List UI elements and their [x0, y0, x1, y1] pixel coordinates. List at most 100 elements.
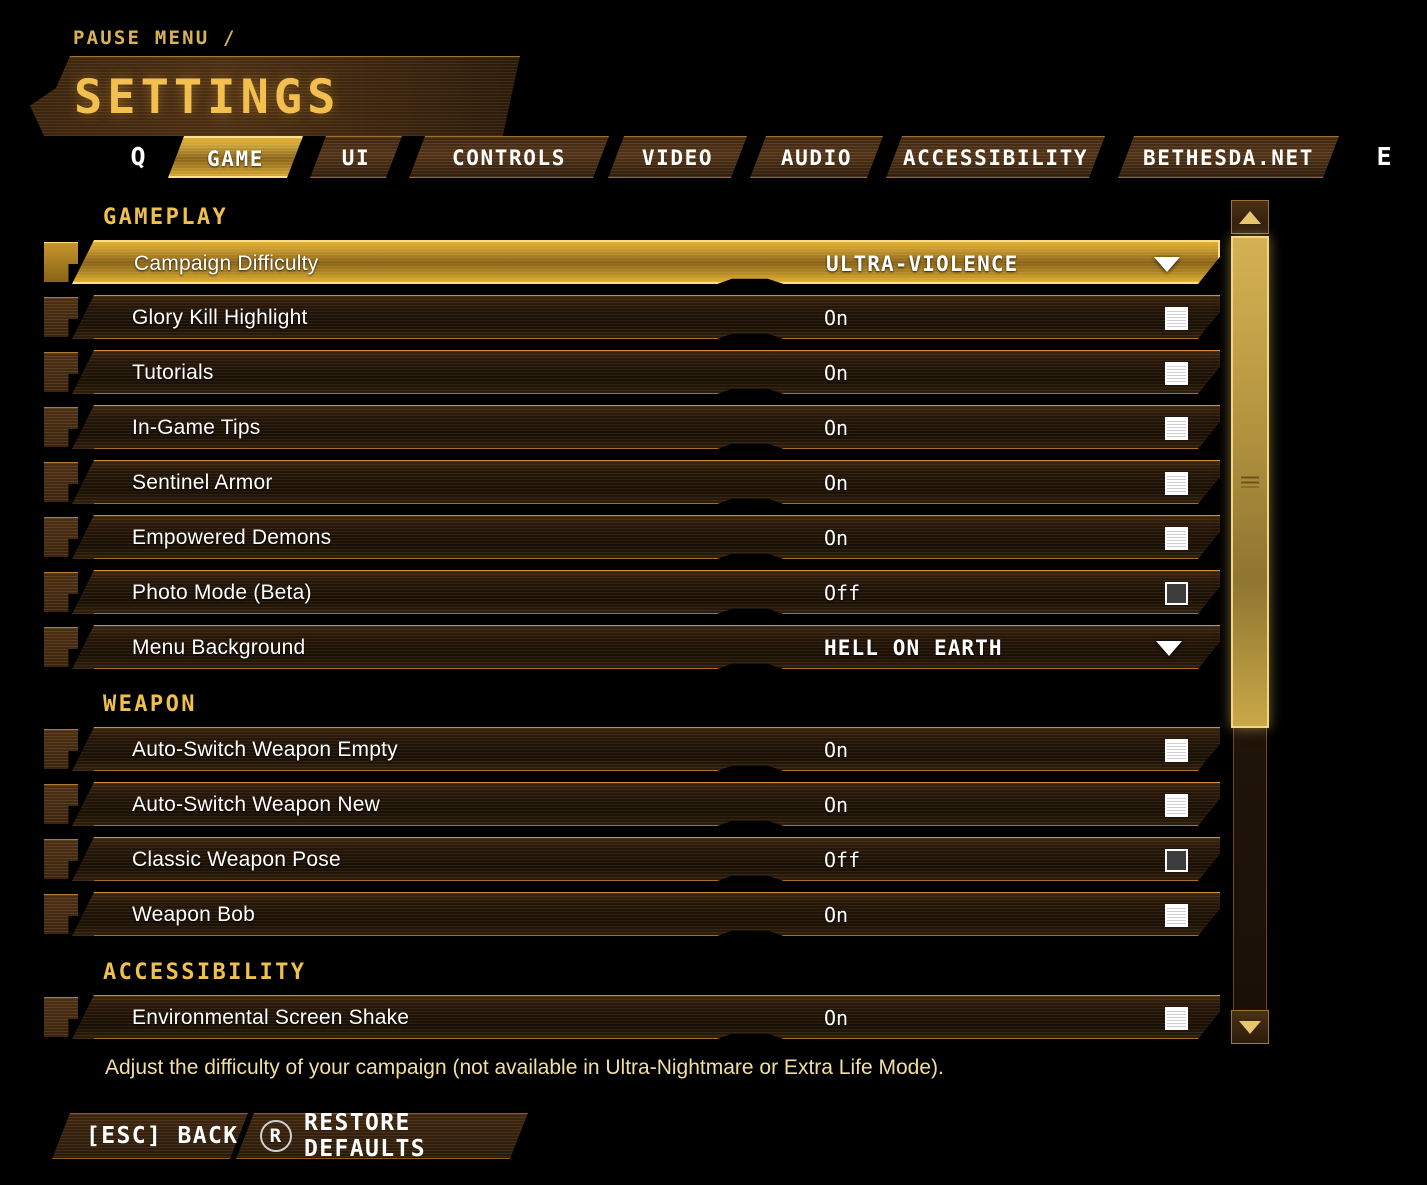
row-notch	[44, 784, 78, 824]
page-title: SETTINGS	[74, 70, 341, 125]
checkbox-toggle[interactable]	[1165, 849, 1188, 872]
settings-screen: PAUSE MENU / SETTINGS Q GAME UI CONTROLS VID…	[0, 0, 1427, 1185]
setting-row[interactable]: In-Game Tips On	[44, 405, 1220, 449]
tab-video[interactable]: VIDEO	[608, 136, 747, 178]
setting-value: On	[824, 738, 849, 762]
chevron-down-icon	[1239, 1020, 1261, 1034]
setting-row[interactable]: Menu Background HELL ON EARTH	[44, 625, 1220, 669]
setting-row[interactable]: Environmental Screen Shake On	[44, 995, 1220, 1039]
chevron-up-icon	[1239, 210, 1261, 224]
tab-controls[interactable]: CONTROLS	[409, 136, 609, 178]
back-button-label: [ESC] BACK	[86, 1123, 239, 1149]
row-notch	[44, 462, 78, 502]
setting-row[interactable]: Glory Kill Highlight On	[44, 295, 1220, 339]
settings-tabbar: Q GAME UI CONTROLS VIDEO AUDIO ACCESSIBILITY BE…	[0, 136, 1427, 178]
tab-ui[interactable]: UI	[310, 136, 402, 178]
setting-row-body[interactable]: Glory Kill Highlight On	[72, 295, 1220, 339]
setting-row-body[interactable]: Auto-Switch Weapon Empty On	[72, 727, 1220, 771]
setting-value: On	[824, 416, 849, 440]
row-notch	[44, 839, 78, 879]
restore-defaults-button[interactable]: R RESTORE DEFAULTS	[236, 1113, 528, 1159]
back-button[interactable]: [ESC] BACK	[52, 1113, 248, 1159]
chevron-down-icon[interactable]	[1156, 641, 1182, 656]
tab-bethesda-net[interactable]: BETHESDA.NET	[1118, 136, 1339, 178]
setting-row-body[interactable]: In-Game Tips On	[72, 405, 1220, 449]
setting-row[interactable]: Weapon Bob On	[44, 892, 1220, 936]
setting-row[interactable]: Campaign Difficulty ULTRA-VIOLENCE	[44, 240, 1220, 284]
setting-value: On	[824, 793, 849, 817]
setting-label: Classic Weapon Pose	[132, 848, 341, 871]
setting-label: Environmental Screen Shake	[132, 1006, 410, 1029]
checkbox-toggle[interactable]	[1165, 739, 1188, 762]
row-notch	[44, 297, 78, 337]
scroll-up-button[interactable]	[1231, 200, 1269, 234]
row-notch	[44, 352, 78, 392]
setting-value: Off	[824, 581, 861, 605]
setting-row-body[interactable]: Campaign Difficulty ULTRA-VIOLENCE	[72, 240, 1220, 284]
setting-row[interactable]: Tutorials On	[44, 350, 1220, 394]
setting-row-body[interactable]: Classic Weapon Pose Off	[72, 837, 1220, 881]
setting-label: In-Game Tips	[132, 416, 261, 439]
setting-value: On	[824, 1006, 849, 1030]
tab-accessibility[interactable]: ACCESSIBILITY	[886, 136, 1105, 178]
setting-row-body[interactable]: Empowered Demons On	[72, 515, 1220, 559]
checkbox-toggle[interactable]	[1165, 307, 1188, 330]
row-notch	[44, 894, 78, 934]
section-heading: ACCESSIBILITY	[103, 960, 307, 985]
row-notch	[44, 407, 78, 447]
section-heading: GAMEPLAY	[103, 205, 229, 230]
scroll-down-button[interactable]	[1231, 1010, 1269, 1044]
setting-row-body[interactable]: Environmental Screen Shake On	[72, 995, 1220, 1039]
setting-value: ULTRA-VIOLENCE	[826, 252, 1019, 276]
setting-value: On	[824, 526, 849, 550]
checkbox-toggle[interactable]	[1165, 904, 1188, 927]
checkbox-toggle[interactable]	[1165, 1007, 1188, 1030]
tab-audio[interactable]: AUDIO	[750, 136, 883, 178]
setting-value: On	[824, 903, 849, 927]
checkbox-toggle[interactable]	[1165, 362, 1188, 385]
row-notch	[44, 997, 78, 1037]
setting-value: On	[824, 361, 849, 385]
checkbox-toggle[interactable]	[1165, 794, 1188, 817]
setting-row[interactable]: Auto-Switch Weapon New On	[44, 782, 1220, 826]
setting-row-body[interactable]: Tutorials On	[72, 350, 1220, 394]
row-notch	[44, 242, 78, 282]
scrollbar-thumb[interactable]	[1231, 236, 1269, 728]
setting-value: Off	[824, 848, 861, 872]
tab-prev-key[interactable]: Q	[118, 136, 158, 178]
row-notch	[44, 627, 78, 667]
row-notch	[44, 729, 78, 769]
setting-row-body[interactable]: Weapon Bob On	[72, 892, 1220, 936]
setting-row[interactable]: Auto-Switch Weapon Empty On	[44, 727, 1220, 771]
setting-row-body[interactable]: Auto-Switch Weapon New On	[72, 782, 1220, 826]
setting-label: Empowered Demons	[132, 526, 332, 549]
checkbox-toggle[interactable]	[1165, 582, 1188, 605]
checkbox-toggle[interactable]	[1165, 472, 1188, 495]
setting-label: Auto-Switch Weapon Empty	[132, 738, 398, 761]
setting-row[interactable]: Classic Weapon Pose Off	[44, 837, 1220, 881]
setting-label: Menu Background	[132, 636, 306, 659]
setting-row[interactable]: Sentinel Armor On	[44, 460, 1220, 504]
setting-row-body[interactable]: Menu Background HELL ON EARTH	[72, 625, 1220, 669]
checkbox-toggle[interactable]	[1165, 527, 1188, 550]
setting-value: HELL ON EARTH	[824, 636, 1003, 660]
chevron-down-icon[interactable]	[1154, 257, 1180, 272]
setting-label: Campaign Difficulty	[134, 252, 319, 275]
tab-next-key[interactable]: E	[1364, 136, 1404, 178]
row-notch	[44, 517, 78, 557]
setting-row[interactable]: Photo Mode (Beta) Off	[44, 570, 1220, 614]
tab-game[interactable]: GAME	[168, 136, 303, 178]
setting-label: Glory Kill Highlight	[132, 306, 308, 329]
restore-defaults-label: RESTORE DEFAULTS	[304, 1110, 426, 1162]
checkbox-toggle[interactable]	[1165, 417, 1188, 440]
setting-label: Tutorials	[132, 361, 214, 384]
setting-row[interactable]: Empowered Demons On	[44, 515, 1220, 559]
setting-label: Auto-Switch Weapon New	[132, 793, 380, 816]
setting-row-body[interactable]: Photo Mode (Beta) Off	[72, 570, 1220, 614]
setting-value: On	[824, 306, 849, 330]
key-r-icon: R	[260, 1120, 292, 1152]
grip-icon	[1241, 476, 1259, 488]
help-text: Adjust the difficulty of your campaign (…	[105, 1056, 944, 1079]
setting-label: Photo Mode (Beta)	[132, 581, 312, 604]
setting-row-body[interactable]: Sentinel Armor On	[72, 460, 1220, 504]
